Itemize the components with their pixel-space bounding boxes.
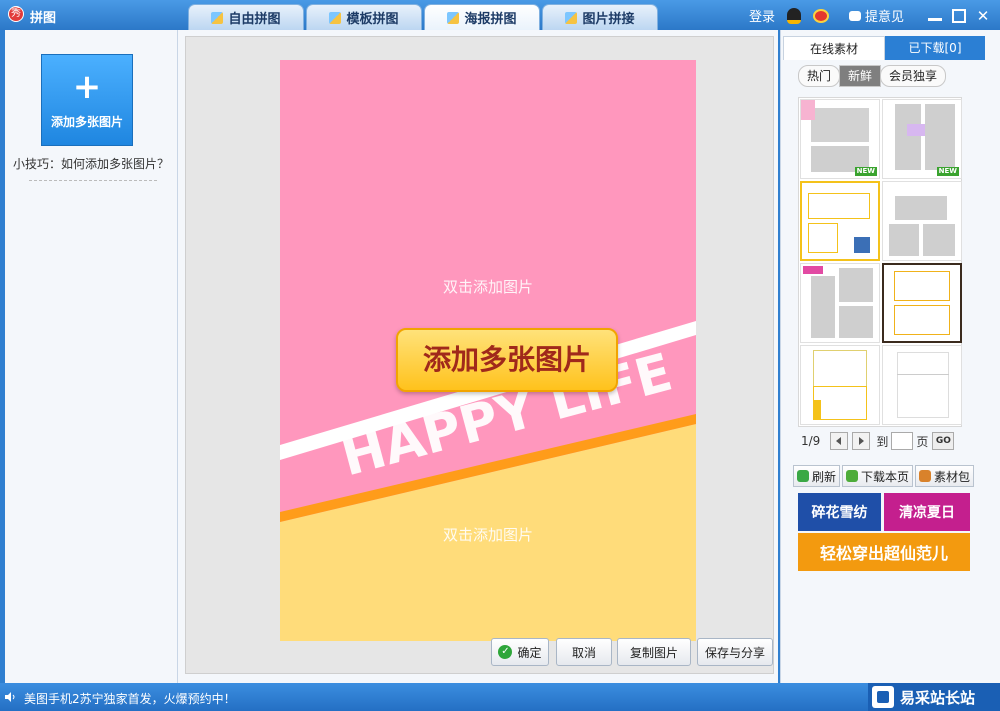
refresh-icon [797,470,809,482]
cancel-button[interactable]: 取消 [556,638,612,666]
tab-free-collage[interactable]: 自由拼图 [188,4,304,30]
template-thumbnail[interactable] [882,345,962,425]
add-images-center-button[interactable]: 添加多张图片 [396,328,618,392]
tab-template-collage[interactable]: 模板拼图 [306,4,422,30]
minimize-button[interactable] [928,11,942,21]
image-stitch-icon [565,11,578,24]
template-thumbnail[interactable] [882,263,962,343]
package-icon [919,470,932,482]
promo-banner-fairy[interactable]: 轻松穿出超仙范儿 [798,533,970,571]
tab-image-stitch[interactable]: 图片拼接 [542,4,658,30]
confirm-label: 确定 [517,645,542,660]
speaker-icon [5,692,15,702]
tab-label: 图片拼接 [582,12,635,27]
refresh-label: 刷新 [812,469,837,484]
title-bar: 秀 拼图 自由拼图 模板拼图 海报拼图 图片拼接 登录 提意见 ✕ [0,0,1000,30]
template-thumbnail[interactable] [882,181,962,261]
poster-collage-icon [447,11,460,24]
page-indicator: 1/9 [801,434,821,448]
brand-logo-icon [872,686,894,708]
mode-tabs: 自由拼图 模板拼图 海报拼图 图片拼接 [188,4,660,30]
new-badge: NEW [854,167,877,176]
weibo-icon[interactable] [812,8,829,23]
editor-area: HAPPY LIFE 双击添加图片 双击添加图片 添加多张图片 ✓ 确定 取消 … [178,30,778,683]
divider [29,180,157,181]
template-thumbnail[interactable] [800,263,880,343]
material-actions: 刷新 下载本页 素材包 [793,465,976,487]
tip-link[interactable]: 小技巧：如何添加多张图片？ [13,155,169,172]
pager: 1/9 到 页 GO [801,432,955,450]
top-photo-slot[interactable]: 双击添加图片 [280,276,696,297]
tab-label: 模板拼图 [346,12,399,27]
brand-watermark: 易采站长站 [868,683,1000,711]
filter-hot[interactable]: 热门 [798,65,841,87]
next-page-button[interactable] [852,432,871,450]
tab-label: 海报拼图 [464,12,517,27]
canvas-frame: HAPPY LIFE 双击添加图片 双击添加图片 添加多张图片 [185,36,774,674]
poster-canvas[interactable]: HAPPY LIFE 双击添加图片 双击添加图片 添加多张图片 [280,60,696,641]
material-panel: 在线素材 已下载[0] 热门 新鲜 会员独享 NEW NEW 1/9 到 页 G… [780,30,1000,683]
tab-downloaded[interactable]: 已下载[0] [885,36,985,60]
tab-poster-collage[interactable]: 海报拼图 [424,4,540,30]
add-multiple-images-label: 添加多张图片 [50,115,123,129]
save-share-button[interactable]: 保存与分享 [697,638,773,666]
material-pack-label: 素材包 [934,469,971,484]
chat-bubble-icon [848,10,861,21]
feedback-label: 提意见 [864,10,904,25]
status-bar: 美图手机2苏宁独家首发，火爆预约中！ 易采站长站 [0,683,1000,711]
download-page-button[interactable]: 下载本页 [842,465,914,487]
template-thumbnail[interactable] [800,345,880,425]
chevron-left-icon [836,437,842,445]
template-thumbnail[interactable] [800,181,880,261]
filter-vip[interactable]: 会员独享 [880,65,947,87]
template-thumbnail[interactable]: NEW [800,99,880,179]
close-button[interactable]: ✕ [976,8,990,23]
app-title: 拼图 [30,11,57,26]
left-panel: + 添加多张图片 小技巧：如何添加多张图片？ [5,30,178,683]
material-tabs: 在线素材 已下载[0] [783,36,985,60]
titlebar-actions: 登录 提意见 ✕ [749,6,990,25]
free-collage-icon [211,11,224,24]
goto-label: 到 [876,434,889,449]
login-link[interactable]: 登录 [749,6,775,25]
add-multiple-images-button[interactable]: + 添加多张图片 [41,54,133,146]
confirm-button[interactable]: ✓ 确定 [491,638,549,666]
bottom-photo-slot[interactable]: 双击添加图片 [280,524,696,545]
copy-image-button[interactable]: 复制图片 [617,638,691,666]
prev-page-button[interactable] [830,432,849,450]
filter-fresh[interactable]: 新鲜 [839,65,882,87]
promo-banner-floral[interactable]: 碎花雪纺 [798,493,881,531]
tab-label: 自由拼图 [228,12,281,27]
check-icon: ✓ [498,645,513,659]
feedback-button[interactable]: 提意见 [848,6,904,25]
status-message[interactable]: 美图手机2苏宁独家首发，火爆预约中！ [24,690,236,707]
template-collage-icon [329,11,342,24]
page-label: 页 [916,434,929,449]
app-logo-icon: 秀 [8,6,24,22]
new-badge: NEW [936,167,959,176]
template-grid: NEW NEW [798,97,962,427]
maximize-button[interactable] [952,8,966,23]
material-filters: 热门 新鲜 会员独享 [798,65,947,87]
plus-icon: + [72,67,102,107]
material-pack-button[interactable]: 素材包 [915,465,975,487]
refresh-button[interactable]: 刷新 [793,465,841,487]
chevron-right-icon [859,437,865,445]
go-button[interactable]: GO [932,432,955,450]
brand-name: 易采站长站 [900,688,976,707]
promo-banner-summer[interactable]: 清凉夏日 [884,493,970,531]
download-arrow-icon [846,470,859,482]
template-thumbnail[interactable]: NEW [882,99,962,179]
tab-online-materials[interactable]: 在线素材 [783,36,885,60]
qq-icon[interactable] [786,7,801,24]
download-page-label: 下载本页 [861,469,910,484]
page-number-input[interactable] [891,432,914,450]
